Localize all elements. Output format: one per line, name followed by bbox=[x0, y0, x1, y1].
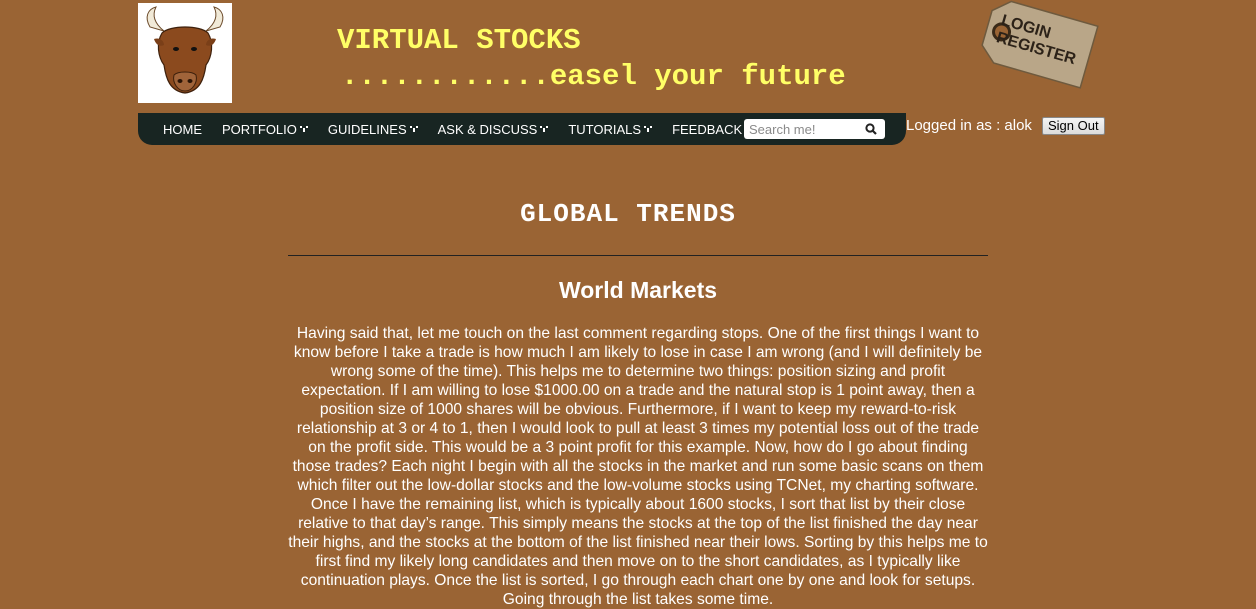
main-nav: HOME PORTFOLIO GUIDELINES ASK & DISCUSS … bbox=[138, 113, 906, 145]
nav-label: GUIDELINES bbox=[327, 121, 407, 137]
nav-item-home[interactable]: HOME bbox=[138, 122, 210, 137]
nav-item-guidelines[interactable]: GUIDELINES bbox=[316, 122, 426, 137]
page-title: GLOBAL TRENDS bbox=[520, 199, 736, 229]
section-heading: World Markets bbox=[558, 277, 718, 303]
divider bbox=[288, 255, 988, 256]
bull-icon bbox=[146, 6, 224, 94]
chevron-down-icon bbox=[644, 126, 653, 132]
logged-in-status: Logged in as : alok bbox=[906, 117, 1032, 134]
nav-item-tutorials[interactable]: TUTORIALS bbox=[556, 122, 660, 137]
nav-item-portfolio[interactable]: PORTFOLIO bbox=[210, 122, 316, 137]
search-input[interactable] bbox=[744, 119, 859, 139]
sign-out-button[interactable]: Sign Out bbox=[1042, 117, 1105, 135]
chevron-down-icon bbox=[299, 126, 308, 132]
nav-label: PORTFOLIO bbox=[222, 121, 297, 137]
site-title: VIRTUAL STOCKS bbox=[337, 24, 581, 57]
nav-item-feedback[interactable]: FEEDBACK bbox=[660, 122, 750, 137]
site-tagline: ............easel your future bbox=[341, 60, 846, 93]
nav-label: ASK & DISCUSS bbox=[437, 121, 538, 137]
nav-label: TUTORIALS bbox=[568, 121, 642, 137]
chevron-down-icon bbox=[540, 126, 549, 132]
login-register-tag[interactable]: LOGIN REGISTER bbox=[966, 0, 1106, 92]
search-icon[interactable] bbox=[865, 123, 877, 135]
chevron-down-icon bbox=[409, 126, 418, 132]
nav-item-ask-discuss[interactable]: ASK & DISCUSS bbox=[426, 122, 557, 137]
bull-logo[interactable] bbox=[138, 3, 232, 103]
search-box bbox=[744, 119, 885, 139]
article-body: Having said that, let me touch on the la… bbox=[288, 325, 988, 608]
nav-label: HOME bbox=[163, 121, 202, 137]
nav-label: FEEDBACK bbox=[672, 121, 743, 137]
